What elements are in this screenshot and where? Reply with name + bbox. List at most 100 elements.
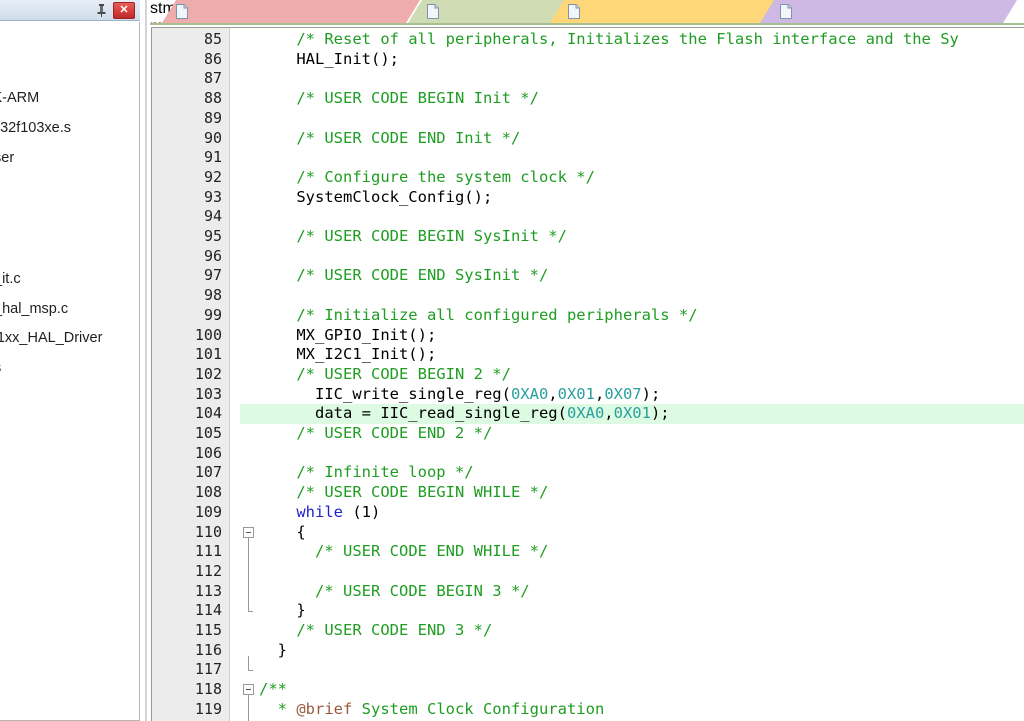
code-token: System Clock Configuration xyxy=(352,700,604,718)
code-token: /** xyxy=(259,680,287,698)
code-token xyxy=(259,266,296,284)
code-line[interactable]: } xyxy=(259,641,287,661)
code-line[interactable]: /* USER CODE END SysInit */ xyxy=(259,266,548,286)
code-token: /* USER CODE BEGIN Init */ xyxy=(296,89,539,107)
code-editor[interactable]: 8586878889909192939495969798991001011021… xyxy=(151,27,1024,721)
code-token xyxy=(259,582,315,600)
code-token: /* USER CODE END WHILE */ xyxy=(315,542,548,560)
code-token: { xyxy=(259,523,306,541)
code-token: /* Initialize all configured peripherals… xyxy=(296,306,697,324)
code-line[interactable]: /* Configure the system clock */ xyxy=(259,168,595,188)
code-token: HAL_Init(); xyxy=(259,50,399,68)
code-line[interactable]: * @brief System Clock Configuration xyxy=(259,700,604,720)
tree-item[interactable]: m32f103xe.s xyxy=(0,119,71,137)
code-token: /* USER CODE BEGIN WHILE */ xyxy=(296,483,548,501)
code-token: , xyxy=(604,404,613,422)
code-token xyxy=(259,168,296,186)
code-token: ); xyxy=(651,404,670,422)
code-token: 0XA0 xyxy=(511,385,548,403)
code-line[interactable]: /* USER CODE BEGIN 3 */ xyxy=(259,582,530,602)
code-line[interactable]: } xyxy=(259,601,306,621)
file-icon xyxy=(568,4,580,19)
code-line[interactable]: /* Reset of all peripherals, Initializes… xyxy=(259,30,959,50)
code-line[interactable]: /* Infinite loop */ xyxy=(259,463,474,483)
code-token: @brief xyxy=(296,700,352,718)
code-line[interactable]: HAL_Init(); xyxy=(259,50,399,70)
code-token: } xyxy=(259,641,287,659)
code-token xyxy=(259,424,296,442)
code-token: /* Configure the system clock */ xyxy=(296,168,595,186)
code-line[interactable]: /* USER CODE END 3 */ xyxy=(259,621,492,641)
close-icon: ✕ xyxy=(114,3,134,18)
code-token xyxy=(259,365,296,383)
code-token: /* USER CODE BEGIN SysInit */ xyxy=(296,227,567,245)
code-token: , xyxy=(595,385,604,403)
file-icon xyxy=(780,4,792,19)
code-token: while xyxy=(296,503,343,521)
code-token xyxy=(259,483,296,501)
code-line[interactable]: /* USER CODE END 2 */ xyxy=(259,424,492,444)
tree-item[interactable]: F1xx_HAL_Driver xyxy=(0,329,102,347)
code-token xyxy=(259,463,296,481)
code-token: /* USER CODE BEGIN 2 */ xyxy=(296,365,511,383)
code-token: MX_GPIO_Init(); xyxy=(259,326,436,344)
tree-item[interactable]: s xyxy=(0,359,1,377)
code-token: MX_I2C1_Init(); xyxy=(259,345,436,363)
code-token: 0X07 xyxy=(604,385,641,403)
editor-tab[interactable] xyxy=(550,0,775,23)
panel-splitter-line xyxy=(145,0,147,721)
code-line[interactable]: while (1) xyxy=(259,503,380,523)
code-token: /* USER CODE END SysInit */ xyxy=(296,266,548,284)
tree-item[interactable]: DK-ARM xyxy=(0,89,39,107)
code-token xyxy=(259,89,296,107)
ide-window: ✕ DK-ARM m32f103xe.s ser _it.c _hal_msp.c F1x… xyxy=(0,0,1024,721)
project-tree[interactable]: DK-ARM m32f103xe.s ser _it.c _hal_msp.c F1xx_… xyxy=(0,22,140,721)
tab-background xyxy=(162,0,420,23)
code-line[interactable]: /* USER CODE BEGIN WHILE */ xyxy=(259,483,548,503)
code-line[interactable]: /* USER CODE BEGIN 2 */ xyxy=(259,365,511,385)
code-token xyxy=(259,227,296,245)
code-line[interactable]: /** xyxy=(259,680,287,700)
code-token: IIC_write_single_reg( xyxy=(259,385,511,403)
code-line[interactable]: MX_GPIO_Init(); xyxy=(259,326,436,346)
code-token xyxy=(259,129,296,147)
code-token xyxy=(259,542,315,560)
tree-item[interactable]: ser xyxy=(0,149,14,167)
close-panel-button[interactable]: ✕ xyxy=(113,2,135,19)
project-panel: ✕ DK-ARM m32f103xe.s ser _it.c _hal_msp.c F1x… xyxy=(0,0,140,721)
editor-tab[interactable] xyxy=(162,0,420,23)
tab-background xyxy=(550,0,775,23)
code-token xyxy=(259,306,296,324)
code-token: /* Infinite loop */ xyxy=(296,463,473,481)
code-token: * xyxy=(259,700,296,718)
code-line[interactable]: /* Initialize all configured peripherals… xyxy=(259,306,698,326)
code-token: /* USER CODE BEGIN 3 */ xyxy=(315,582,530,600)
code-token: 0X01 xyxy=(558,385,595,403)
code-token xyxy=(259,503,296,521)
code-line[interactable]: IIC_write_single_reg(0XA0,0X01,0X07); xyxy=(259,385,660,405)
code-token: /* USER CODE END 3 */ xyxy=(296,621,492,639)
file-icon xyxy=(176,4,188,19)
code-token: SystemClock_Config(); xyxy=(259,188,492,206)
code-token: 0X01 xyxy=(614,404,651,422)
code-token: /* Reset of all peripherals, Initializes… xyxy=(296,30,959,48)
code-token: } xyxy=(259,601,306,619)
editor-tab[interactable] xyxy=(760,0,1017,23)
code-line[interactable]: /* USER CODE END WHILE */ xyxy=(259,542,548,562)
tree-item[interactable]: _hal_msp.c xyxy=(0,300,68,318)
code-line[interactable]: { xyxy=(259,523,306,543)
pushpin-icon[interactable] xyxy=(94,3,109,18)
code-token: /* USER CODE END Init */ xyxy=(296,129,520,147)
code-text-layer[interactable]: /* Reset of all peripherals, Initializes… xyxy=(152,28,1024,721)
editor-region: stm32f1xx_hal_msp.cmain.c*stm32f1xx_hal_… xyxy=(150,0,1024,721)
code-line[interactable]: SystemClock_Config(); xyxy=(259,188,492,208)
tree-item[interactable]: _it.c xyxy=(0,270,21,288)
code-line[interactable]: MX_I2C1_Init(); xyxy=(259,345,436,365)
code-token: ); xyxy=(642,385,661,403)
code-line[interactable]: /* USER CODE END Init */ xyxy=(259,129,520,149)
code-line[interactable]: data = IIC_read_single_reg(0XA0,0X01); xyxy=(259,404,670,424)
code-token: , xyxy=(548,385,557,403)
code-line[interactable]: /* USER CODE BEGIN Init */ xyxy=(259,89,539,109)
code-line[interactable]: /* USER CODE BEGIN SysInit */ xyxy=(259,227,567,247)
code-token xyxy=(259,621,296,639)
